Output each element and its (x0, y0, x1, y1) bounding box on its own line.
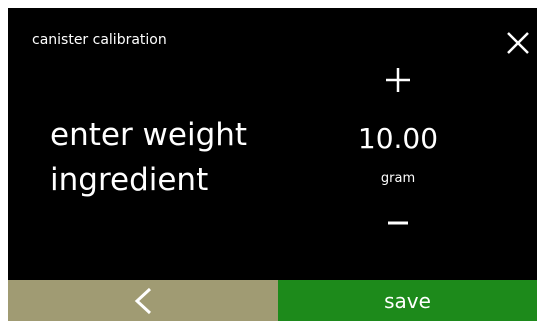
footer-bar: save (8, 280, 537, 321)
decrease-button[interactable] (378, 203, 418, 243)
save-button[interactable]: save (278, 280, 537, 321)
chevron-left-icon (134, 287, 152, 314)
weight-value: 10.00 (357, 122, 439, 155)
instruction-line-1: enter weight (50, 117, 248, 153)
weight-unit: gram (380, 171, 416, 186)
increase-button[interactable] (378, 60, 418, 100)
instruction-text: enter weight ingredient (50, 113, 280, 203)
close-icon (507, 32, 529, 54)
instruction-line-2: ingredient (50, 162, 209, 198)
back-button[interactable] (8, 280, 278, 321)
page-title: canister calibration (32, 32, 167, 48)
plus-icon (386, 68, 410, 92)
minus-icon (388, 221, 408, 225)
close-button[interactable] (503, 28, 533, 58)
calibration-screen: canister calibration enter weight ingred… (8, 8, 537, 321)
